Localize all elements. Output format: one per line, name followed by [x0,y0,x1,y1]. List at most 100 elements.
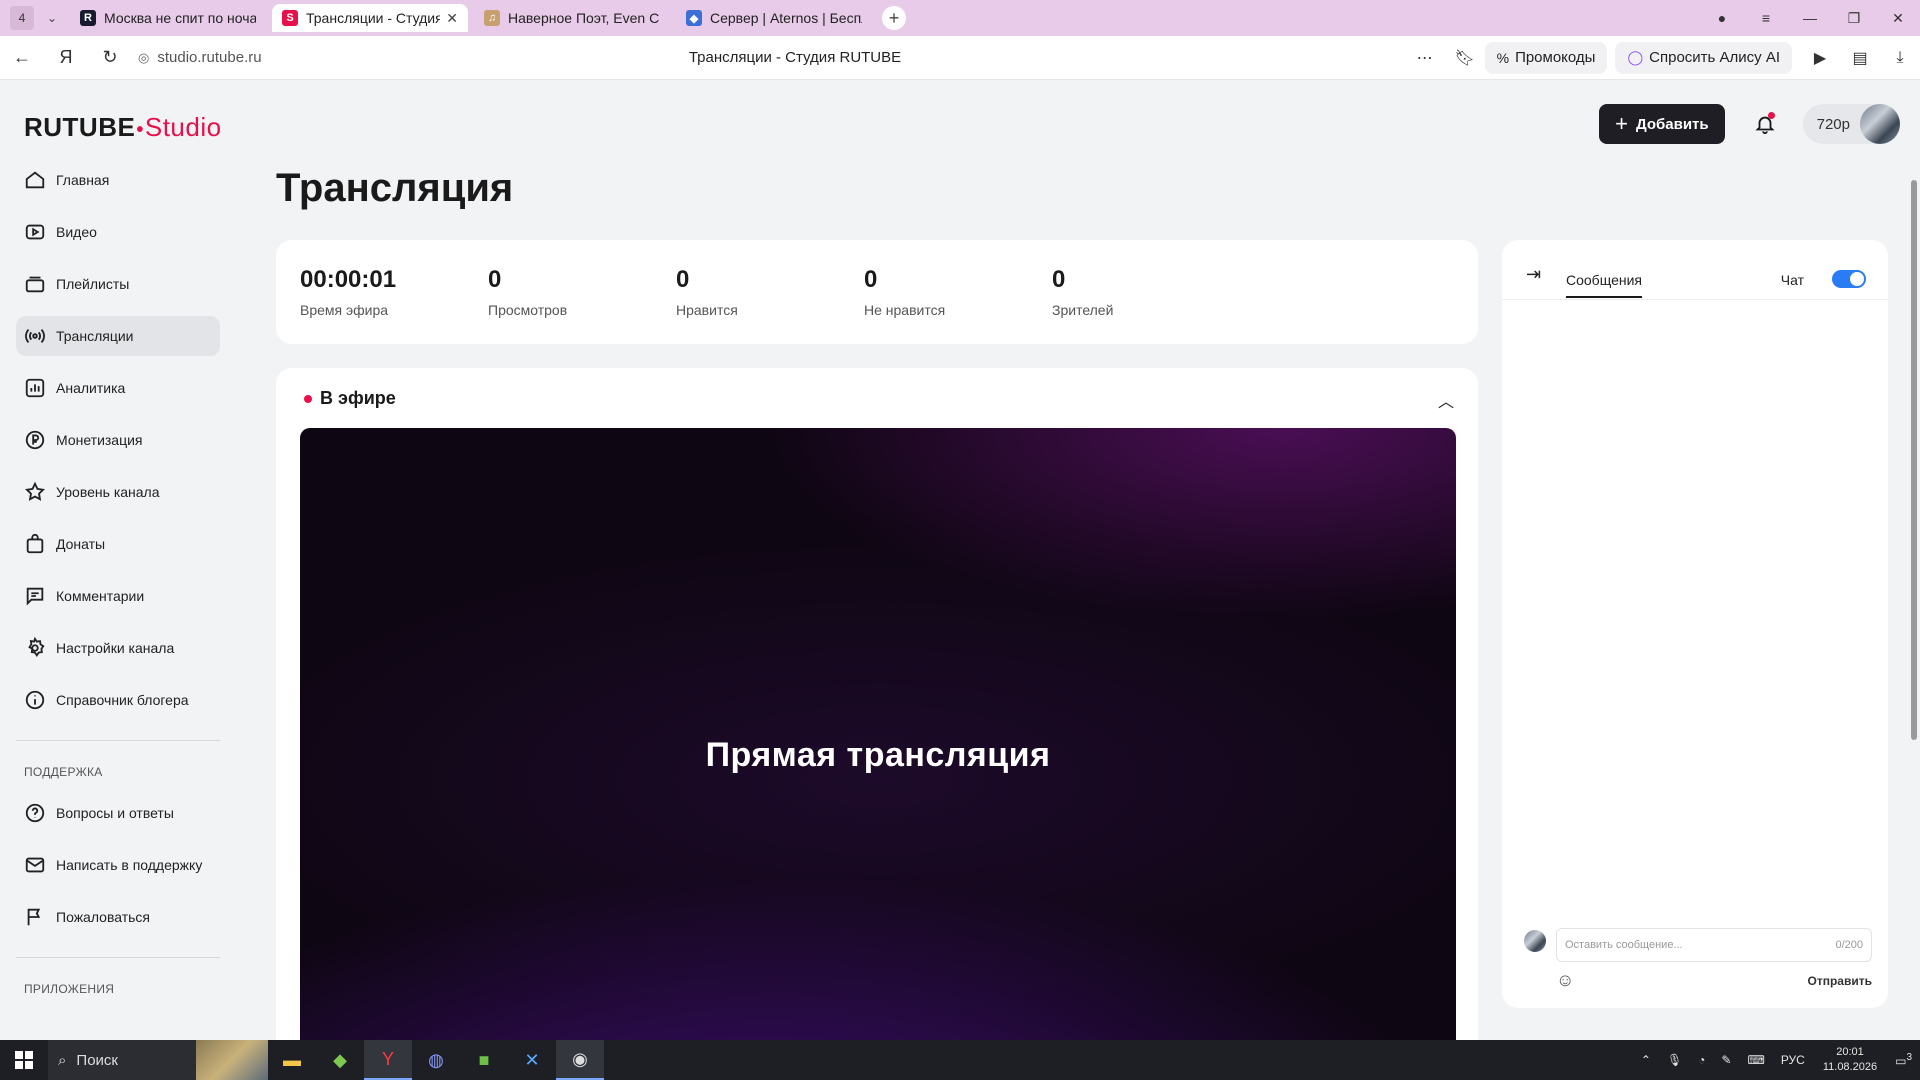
sidebar-item-label: Пожаловаться [56,909,151,925]
account-menu[interactable]: 720p [1802,104,1900,144]
promo-button[interactable]: % Промокоды [1484,41,1608,74]
notification-count: 3 [1906,1052,1912,1063]
tab-favicon: R [80,10,96,26]
sidebar-item-channel-level[interactable]: Уровень канала [16,472,220,512]
sidebar-item-video[interactable]: Видео [16,212,220,252]
network-icon[interactable]: ◔ [1698,1053,1705,1067]
tab-messages[interactable]: Сообщения [1566,272,1642,298]
message-input[interactable]: Оставить сообщение... 0/200 [1556,928,1872,962]
collections-icon[interactable]: ▤ [1840,48,1880,68]
site-info-icon[interactable]: ◎ [138,50,149,66]
yandex-browser-icon[interactable]: Y [364,1040,412,1080]
sidebar-item-broadcasts[interactable]: Трансляции [16,316,220,356]
sidebar-item-home[interactable]: Главная [16,160,220,200]
new-tab-button[interactable]: + [882,6,906,30]
bag-icon [26,533,44,554]
sidebar-item-label: Донаты [56,536,106,552]
notifications-button[interactable] [1745,104,1785,144]
browser-tab-3[interactable]: ♫ Наверное Поэт, Even Cut [474,4,670,32]
star-icon [24,481,46,501]
sidebar-item-donations[interactable]: Донаты [16,524,220,564]
search-label: Поиск [76,1051,118,1069]
tab-close-icon[interactable]: ✕ [446,10,458,27]
browser-tab-1[interactable]: R Москва не спит по ночам [70,4,266,32]
browser-tab-bar: 4 ⌄ R Москва не спит по ночам S Трансляц… [0,0,1920,36]
keyboard-icon[interactable]: ⌨ [1747,1053,1764,1067]
collapse-panel-icon[interactable]: ⇥ [1526,264,1541,285]
sidebar-item-blogger-guide[interactable]: Справочник блогера [16,680,220,720]
system-tray: ⌃ 🎙︎ ◔ ✎ ⌨ РУС 20:01 11.08.2026 ▭3 [1633,1040,1920,1080]
notifications-icon[interactable]: ▭3 [1895,1052,1912,1068]
sidebar-item-channel-settings[interactable]: Настройки канала [16,628,220,668]
sidebar: Главная Видео Плейлисты Трансляции Анали… [16,160,220,1010]
reload-icon[interactable]: ↻ [88,47,132,68]
emoji-icon[interactable]: ☺ [1556,970,1574,991]
language-indicator[interactable]: РУС [1781,1053,1805,1067]
menu-icon[interactable]: ≡ [1744,10,1788,26]
close-window-icon[interactable]: ✕ [1876,10,1920,27]
gear-icon [28,637,45,657]
sidebar-item-playlists[interactable]: Плейлисты [16,264,220,304]
sidebar-item-label: Главная [56,172,110,188]
back-icon[interactable]: ← [0,47,44,68]
chevron-up-icon[interactable]: ⌃ [1641,1053,1651,1067]
sidebar-item-write-support[interactable]: Написать в поддержку [16,845,220,885]
chat-toggle[interactable] [1832,270,1866,288]
obs-icon[interactable]: ◉ [556,1040,604,1080]
quality-label: 720p [1816,115,1850,133]
browser-tab-2[interactable]: S Трансляции - Студия RUTUBE ✕ [272,4,468,32]
live-dot [304,394,312,403]
page-title-display: Трансляции - Студия RUTUBE [688,49,902,66]
app-icon[interactable]: ✕ [508,1040,556,1080]
live-header: В эфире [304,388,396,409]
avatar [1860,104,1900,144]
download-icon[interactable]: ⤓ [1880,49,1920,67]
url-field[interactable]: studio.rutube.ru [157,49,457,66]
sidebar-item-label: Плейлисты [56,276,130,292]
bookmark-icon[interactable]: 🔖︎ [1445,48,1485,68]
stat-dislikes: 0 Не нравится [864,266,945,318]
more-icon[interactable]: ⋯ [1405,48,1445,68]
sidebar-item-faq[interactable]: Вопросы и ответы [16,793,220,833]
sidebar-item-report[interactable]: Пожаловаться [16,897,220,937]
tab-label: Наверное Поэт, Even Cut [508,10,660,26]
stat-label: Просмотров [488,302,568,318]
browser-tab-4[interactable]: ◆ Сервер | Aternos | Беспла [676,4,872,32]
microphone-icon[interactable]: 🎙︎ [1667,1053,1682,1067]
tabs-dropdown-icon[interactable]: ⌄ [40,11,64,25]
discord-icon[interactable]: ◍ [412,1040,460,1080]
video-player[interactable]: Прямая трансляция [300,428,1456,1068]
yandex-icon[interactable]: Я [44,47,88,68]
scrollbar-thumb[interactable] [1911,180,1917,740]
minecraft-icon[interactable]: ■ [460,1040,508,1080]
add-button[interactable]: + Добавить [1599,104,1725,144]
chevron-up-icon[interactable]: ︿ [1438,388,1454,412]
send-button[interactable]: Отправить [1808,974,1872,988]
minimize-icon[interactable]: — [1788,10,1832,26]
stat-label: Время эфира [300,302,389,318]
clock[interactable]: 20:01 11.08.2026 [1823,1045,1877,1075]
sidebar-item-label: Написать в поддержку [56,857,203,873]
profile-icon[interactable]: ● [1700,10,1744,26]
alice-button[interactable]: ◯ Спросить Алису AI [1615,41,1792,74]
stat-likes: 0 Нравится [676,266,738,318]
sidebar-item-comments[interactable]: Комментарии [16,576,220,616]
sidebar-item-monetization[interactable]: Монетизация [16,420,220,460]
page-scrollbar[interactable] [1908,80,1920,1040]
start-button[interactable] [0,1040,48,1080]
sidebar-item-analytics[interactable]: Аналитика [16,368,220,408]
stat-label: Зрителей [1052,302,1114,318]
windows-icon [15,1051,33,1069]
sidebar-item-label: Монетизация [56,432,143,448]
page-title: Трансляция [276,166,514,210]
tab-favicon: S [282,10,298,26]
restore-icon[interactable]: ❐ [1832,10,1876,27]
percent-icon: % [1496,49,1510,66]
tab-count-badge[interactable]: 4 [10,6,34,30]
file-explorer-icon[interactable]: ▬ [268,1040,316,1080]
pen-icon[interactable]: ✎ [1721,1053,1731,1067]
rutube-studio-logo[interactable]: RUTUBE • Studio [24,112,222,143]
minecraft-launcher-icon[interactable]: ◆ [316,1040,364,1080]
search-icon: ⌕ [58,1051,67,1069]
media-icon[interactable]: ▶ [1800,48,1840,68]
